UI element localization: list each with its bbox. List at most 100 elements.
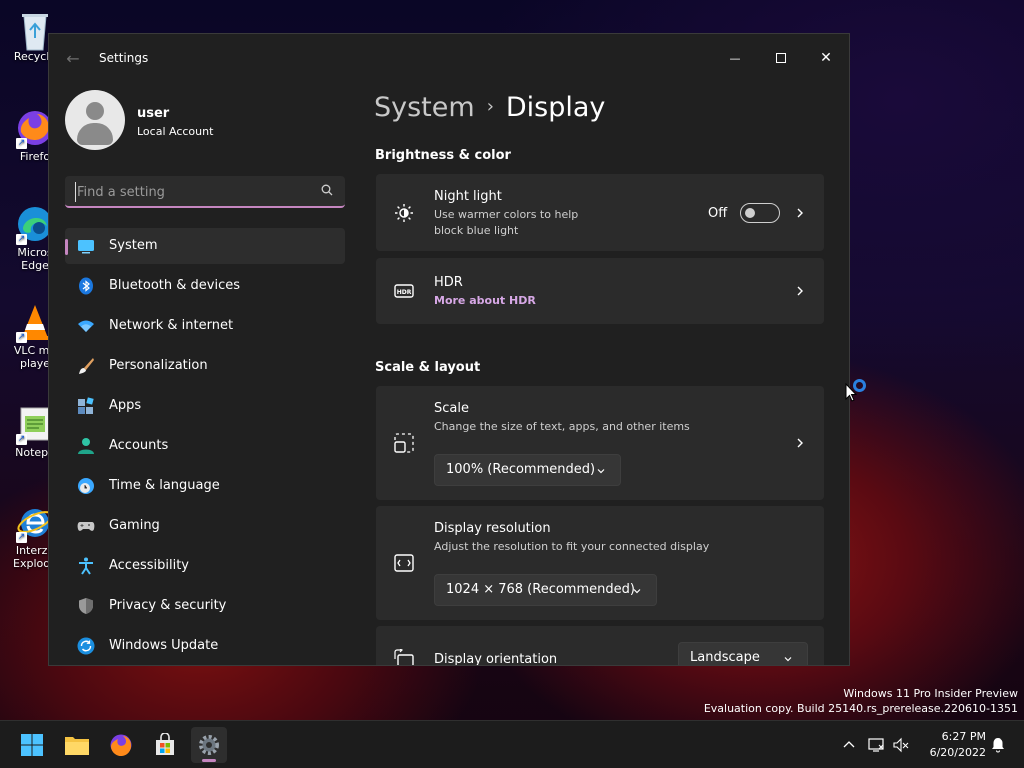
sidebar-item-network[interactable]: Network & internet	[65, 308, 345, 344]
file-explorer-button[interactable]	[59, 727, 95, 763]
accounts-icon	[78, 438, 94, 454]
chevron-down-icon	[784, 657, 792, 662]
wifi-icon	[78, 320, 94, 332]
sidebar-item-windows-update[interactable]: Windows Update	[65, 628, 345, 664]
windows-logo-icon	[21, 734, 43, 756]
brush-icon	[79, 358, 94, 374]
hdr-card[interactable]: HDR HDR More about HDR	[376, 258, 824, 324]
breadcrumb-separator-icon: ›	[486, 96, 494, 117]
close-button[interactable]: ✕	[803, 42, 849, 74]
sidebar-item-accounts[interactable]: Accounts	[65, 428, 345, 464]
chevron-down-icon	[633, 589, 641, 594]
system-clock[interactable]: 6:27 PM 6/20/2022	[916, 729, 986, 761]
night-light-state: Off	[708, 206, 728, 221]
resolution-title: Display resolution	[434, 521, 551, 536]
page-title: Display	[505, 92, 606, 123]
clock-date: 6/20/2022	[929, 746, 986, 759]
orientation-card[interactable]: Display orientation Landscape	[376, 626, 824, 665]
shortcut-arrow-icon: ↗	[16, 532, 27, 543]
title-bar[interactable]: ← Settings — ✕	[49, 34, 849, 82]
system-icon	[78, 240, 94, 254]
sidebar-nav: System Bluetooth & devices Network & int…	[65, 228, 345, 665]
user-profile[interactable]: user Local Account	[65, 90, 355, 154]
night-light-toggle[interactable]	[740, 203, 780, 223]
sidebar-item-accessibility[interactable]: Accessibility	[65, 548, 345, 584]
firefox-icon	[110, 734, 132, 757]
sidebar-item-label: Personalization	[109, 358, 208, 373]
sidebar-item-label: Privacy & security	[109, 598, 227, 613]
active-app-indicator	[202, 759, 216, 762]
sidebar-item-label: Network & internet	[109, 318, 234, 333]
search-input[interactable]	[75, 182, 305, 202]
resolution-value: 1024 × 768 (Recommended)	[446, 582, 635, 597]
sidebar-item-label: Gaming	[109, 518, 160, 533]
avatar-head	[86, 102, 104, 120]
orientation-value: Landscape	[690, 650, 760, 665]
sidebar-item-bluetooth[interactable]: Bluetooth & devices	[65, 268, 345, 304]
night-light-title: Night light	[434, 189, 502, 204]
sidebar-item-label: Apps	[109, 398, 142, 413]
scale-dropdown[interactable]: 100% (Recommended)	[434, 454, 621, 486]
minimize-icon: —	[729, 52, 741, 65]
busy-spinner-icon	[853, 379, 866, 392]
sidebar-item-apps[interactable]: Apps	[65, 388, 345, 424]
store-icon	[156, 733, 174, 755]
orientation-dropdown[interactable]: Landscape	[678, 642, 808, 665]
scale-subtitle: Change the size of text, apps, and other…	[434, 420, 690, 433]
sidebar-item-privacy[interactable]: Privacy & security	[65, 588, 345, 624]
watermark-line-2: Evaluation copy. Build 25140.rs_prerelea…	[703, 702, 1018, 715]
shortcut-arrow-icon: ↗	[16, 434, 27, 445]
gear-icon	[199, 735, 219, 755]
orientation-icon	[394, 649, 414, 665]
search-box[interactable]	[65, 176, 345, 208]
sidebar-item-label: Bluetooth & devices	[109, 278, 240, 293]
scale-card[interactable]: Scale Change the size of text, apps, and…	[376, 386, 824, 500]
sidebar-item-personalization[interactable]: Personalization	[65, 348, 345, 384]
sidebar-item-gaming[interactable]: Gaming	[65, 508, 345, 544]
user-name: user	[137, 106, 170, 121]
svg-text:HDR: HDR	[397, 289, 412, 296]
sidebar-item-time-language[interactable]: Time & language	[65, 468, 345, 504]
volume-muted-icon[interactable]	[893, 737, 909, 753]
shortcut-arrow-icon: ↗	[16, 332, 27, 343]
minimize-button[interactable]: —	[712, 42, 758, 74]
taskbar: 6:27 PM 6/20/2022	[0, 720, 1024, 768]
account-type: Local Account	[137, 125, 214, 138]
close-icon: ✕	[820, 50, 832, 66]
accessibility-icon	[79, 557, 93, 575]
start-button[interactable]	[14, 727, 50, 763]
network-icon[interactable]	[868, 737, 884, 753]
chevron-right-icon	[797, 286, 803, 296]
notifications-icon[interactable]	[990, 737, 1006, 753]
chevron-right-icon	[797, 438, 803, 448]
microsoft-store-button[interactable]	[147, 727, 183, 763]
resolution-dropdown[interactable]: 1024 × 768 (Recommended)	[434, 574, 657, 606]
chevron-right-icon	[797, 208, 803, 218]
sidebar-item-system[interactable]: System	[65, 228, 345, 264]
firefox-button[interactable]	[103, 727, 139, 763]
bluetooth-icon	[79, 277, 93, 295]
search-icon	[321, 184, 333, 196]
watermark-line-1: Windows 11 Pro Insider Preview	[843, 687, 1018, 700]
resolution-card[interactable]: Display resolution Adjust the resolution…	[376, 506, 824, 620]
chevron-up-icon[interactable]	[841, 737, 857, 753]
breadcrumb-parent[interactable]: System	[374, 92, 475, 123]
maximize-button[interactable]	[758, 42, 804, 74]
shortcut-arrow-icon: ↗	[16, 234, 27, 245]
shortcut-arrow-icon: ↗	[16, 138, 27, 149]
settings-taskbar-button[interactable]	[191, 727, 227, 763]
hdr-icon: HDR	[394, 284, 414, 298]
time-language-icon	[78, 478, 94, 494]
breadcrumb: System › Display	[374, 92, 605, 123]
clock-time: 6:27 PM	[941, 730, 986, 743]
update-icon	[77, 637, 95, 655]
resolution-subtitle: Adjust the resolution to fit your connec…	[434, 540, 710, 553]
night-light-card[interactable]: Night light Use warmer colors to help bl…	[376, 174, 824, 251]
shield-icon	[79, 598, 93, 614]
back-button[interactable]: ←	[63, 50, 83, 70]
night-light-subtitle-1: Use warmer colors to help	[434, 208, 579, 221]
scale-value: 100% (Recommended)	[446, 462, 596, 477]
hdr-link[interactable]: More about HDR	[434, 294, 536, 307]
evaluation-watermark: Windows 11 Pro Insider Preview Evaluatio…	[704, 686, 1018, 716]
apps-icon	[78, 397, 94, 414]
